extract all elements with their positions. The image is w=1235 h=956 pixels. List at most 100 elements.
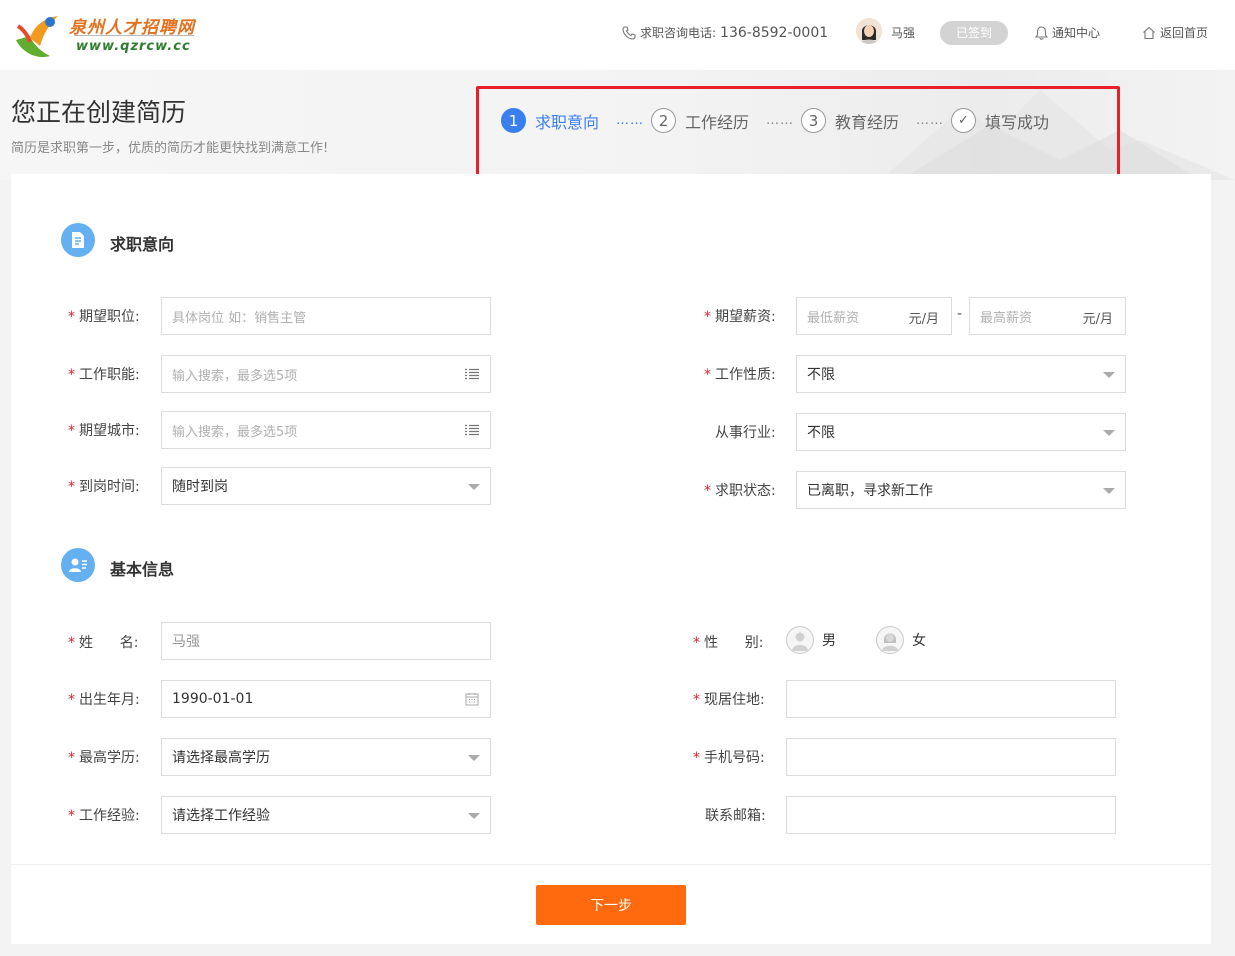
phone-icon — [622, 25, 636, 40]
email-input[interactable] — [786, 796, 1116, 834]
logo-url: www.qzrcw.cc — [76, 39, 191, 54]
name-input[interactable]: 马强 — [161, 622, 491, 660]
profile-icon — [61, 548, 95, 582]
list-icon[interactable] — [465, 368, 479, 380]
experience-select[interactable]: 请选择工作经验 — [161, 796, 491, 834]
section-title-basic: 基本信息 — [110, 560, 175, 579]
arrival-select[interactable]: 随时到岗 — [161, 467, 491, 505]
function-label: * 工作职能: — [68, 367, 140, 383]
page-title: 您正在创建简历 — [11, 98, 187, 127]
step-complete[interactable]: ✓ 填写成功 — [951, 108, 1049, 133]
city-placeholder: 输入搜索，最多选5项 — [172, 424, 298, 440]
nature-select[interactable]: 不限 — [796, 355, 1126, 393]
logo-divider — [74, 35, 194, 36]
avatar[interactable] — [856, 18, 882, 44]
home-label: 返回首页 — [1160, 26, 1209, 40]
step-number: 1 — [501, 108, 526, 133]
status-value: 已离职，寻求新工作 — [807, 483, 933, 499]
phone-label: * 手机号码: — [693, 750, 765, 766]
home-icon — [1143, 26, 1155, 39]
step-education[interactable]: 3 教育经历 — [801, 108, 899, 133]
salary-max-input[interactable]: 最高薪资 元/月 — [969, 297, 1126, 335]
birth-value: 1990-01-01 — [172, 691, 254, 707]
email-label: 联系邮箱: — [705, 808, 766, 824]
notification-center-link[interactable]: 通知中心 — [1035, 24, 1100, 41]
hotline: 求职咨询电话: 136-8592-0001 — [622, 24, 828, 41]
position-input[interactable]: 具体岗位 如：销售主管 — [161, 297, 491, 335]
gender-male-radio[interactable]: 男 — [786, 626, 836, 654]
user-avatar-icon — [856, 18, 882, 44]
step-number: 2 — [651, 108, 676, 133]
step-connector: …… — [766, 113, 794, 128]
education-label: * 最高学历: — [68, 750, 140, 766]
salary-max-placeholder: 最高薪资 — [980, 310, 1033, 326]
user-name-text: 马强 — [891, 26, 916, 40]
step-connector: …… — [616, 113, 644, 128]
education-value: 请选择最高学历 — [172, 750, 270, 766]
logo-emblem-icon — [16, 16, 58, 58]
experience-label: * 工作经验: — [68, 808, 140, 824]
city-input[interactable]: 输入搜索，最多选5项 — [161, 411, 491, 449]
hotline-label: 求职咨询电话: — [640, 26, 717, 40]
position-label: * 期望职位: — [68, 309, 140, 325]
residence-label: * 现居住地: — [693, 692, 765, 708]
form-divider — [11, 864, 1211, 865]
city-label: * 期望城市: — [68, 423, 140, 439]
residence-input[interactable] — [786, 680, 1116, 718]
hotline-number: 136-8592-0001 — [720, 24, 829, 41]
step-number: 3 — [801, 108, 826, 133]
chevron-down-icon — [1103, 372, 1115, 378]
top-header: 泉州人才招聘网 www.qzrcw.cc 求职咨询电话: 136-8592-00… — [0, 0, 1235, 70]
male-avatar-icon — [786, 626, 814, 654]
gender-female-label: 女 — [912, 633, 926, 649]
salary-min-placeholder: 最低薪资 — [807, 310, 860, 326]
arrival-label: * 到岗时间: — [68, 479, 140, 495]
salary-min-input[interactable]: 最低薪资 元/月 — [796, 297, 952, 335]
calendar-icon[interactable] — [465, 692, 479, 706]
industry-label: 从事行业: — [715, 425, 776, 441]
education-select[interactable]: 请选择最高学历 — [161, 738, 491, 776]
step-connector: …… — [916, 113, 944, 128]
phone-input[interactable] — [786, 738, 1116, 776]
next-step-button[interactable]: 下一步 — [536, 885, 686, 925]
step-job-intent[interactable]: 1 求职意向 — [501, 108, 599, 133]
notification-label: 通知中心 — [1052, 26, 1101, 40]
chevron-down-icon — [468, 813, 480, 819]
step-label: 填写成功 — [985, 112, 1050, 132]
name-label: * 姓 名: — [68, 635, 139, 651]
home-link[interactable]: 返回首页 — [1142, 24, 1208, 41]
industry-select[interactable]: 不限 — [796, 413, 1126, 451]
section-title-intent: 求职意向 — [110, 235, 175, 254]
salary-unit: 元/月 — [908, 312, 939, 327]
position-placeholder: 具体岗位 如：销售主管 — [172, 310, 307, 326]
user-name[interactable]: 马强 — [891, 24, 915, 41]
chevron-down-icon — [468, 484, 480, 490]
signed-in-badge[interactable]: 已签到 — [940, 21, 1008, 45]
step-work-experience[interactable]: 2 工作经历 — [651, 108, 749, 133]
salary-unit: 元/月 — [1082, 312, 1113, 327]
function-placeholder: 输入搜索，最多选5项 — [172, 368, 298, 384]
gender-label: * 性 别: — [693, 635, 764, 651]
step-label: 工作经历 — [685, 112, 750, 132]
bell-icon — [1035, 25, 1048, 40]
female-avatar-icon — [876, 626, 904, 654]
gender-female-radio[interactable]: 女 — [876, 626, 926, 654]
nature-label: * 工作性质: — [704, 367, 776, 383]
birth-label: * 出生年月: — [68, 692, 140, 708]
step-label: 教育经历 — [835, 112, 900, 132]
chevron-down-icon — [1103, 488, 1115, 494]
salary-dash: - — [957, 306, 963, 322]
name-value: 马强 — [172, 634, 200, 650]
birth-date-input[interactable]: 1990-01-01 — [161, 680, 491, 718]
check-icon: ✓ — [951, 108, 976, 133]
status-select[interactable]: 已离职，寻求新工作 — [796, 471, 1126, 509]
nature-value: 不限 — [807, 367, 835, 383]
gender-male-label: 男 — [822, 633, 836, 649]
salary-label: * 期望薪资: — [704, 309, 776, 325]
site-logo[interactable]: 泉州人才招聘网 www.qzrcw.cc — [12, 10, 197, 62]
function-input[interactable]: 输入搜索，最多选5项 — [161, 355, 491, 393]
page-subtitle: 简历是求职第一步，优质的简历才能更快找到满意工作! — [11, 141, 329, 156]
status-label: * 求职状态: — [704, 483, 776, 499]
list-icon[interactable] — [465, 424, 479, 436]
experience-value: 请选择工作经验 — [172, 808, 270, 824]
